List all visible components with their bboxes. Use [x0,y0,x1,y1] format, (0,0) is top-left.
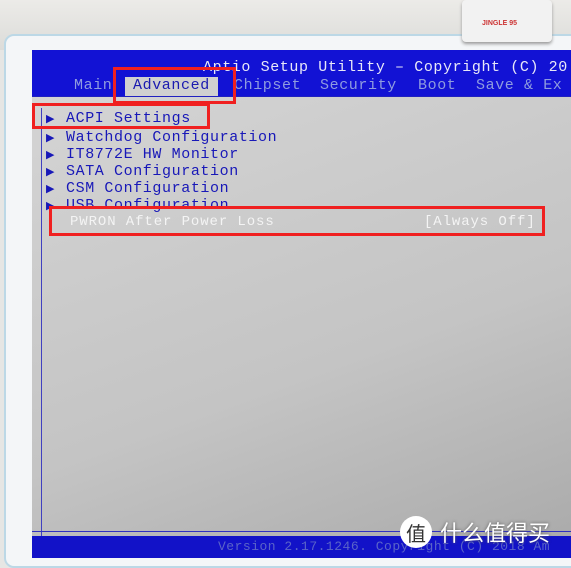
menu-item-csm[interactable]: ▶ CSM Configuration [46,180,229,197]
tab-chipset[interactable]: Chipset [234,77,301,94]
menu-item-label: IT8772E HW Monitor [66,146,239,163]
highlight-box-pwron [49,206,545,236]
webcam-label: JINGLE 95 [482,20,518,27]
highlight-box-advanced [113,67,236,104]
menu-item-hw-monitor[interactable]: ▶ IT8772E HW Monitor [46,146,239,163]
menu-item-watchdog[interactable]: ▶ Watchdog Configuration [46,129,277,146]
tab-main[interactable]: Main [74,77,112,94]
highlight-box-acpi [32,103,210,129]
watermark-text: 什么值得买 [440,522,551,547]
menu-item-label: Watchdog Configuration [66,129,278,146]
watermark-logo: 值 [400,516,432,548]
tab-save-exit[interactable]: Save & Ex [476,77,562,94]
watermark: 值 什么值得买 [400,516,550,548]
webcam: JINGLE 95 [462,0,552,42]
menu-item-sata[interactable]: ▶ SATA Configuration [46,163,239,180]
bios-title: Aptio Setup Utility – Copyright (C) 20 [203,59,568,76]
panel-border [41,108,42,548]
arrow-right-icon: ▶ [46,184,56,196]
menu-item-label: CSM Configuration [66,180,230,197]
arrow-right-icon: ▶ [46,150,56,162]
arrow-right-icon: ▶ [46,167,56,179]
tab-security[interactable]: Security [320,77,397,94]
menu-item-label: SATA Configuration [66,163,239,180]
tab-boot[interactable]: Boot [418,77,456,94]
arrow-right-icon: ▶ [46,133,56,145]
